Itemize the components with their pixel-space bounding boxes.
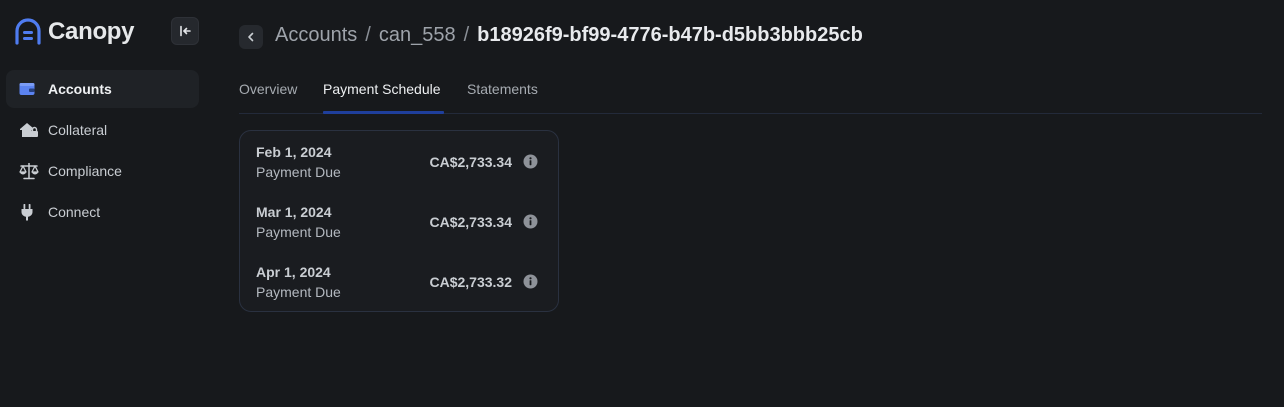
payment-status: Payment Due: [256, 224, 341, 240]
canopy-logo-icon: [15, 18, 41, 45]
schedule-row: Feb 1, 2024 Payment Due CA$2,733.34: [240, 131, 558, 191]
collapse-left-icon: [180, 25, 191, 37]
info-icon[interactable]: [523, 154, 538, 169]
breadcrumb-account-id: b18926f9-bf99-4776-b47b-d5bb3bbb25cb: [477, 24, 863, 46]
sidebar: Canopy Accounts Collateral Compliance Co…: [0, 0, 215, 407]
payment-status: Payment Due: [256, 164, 341, 180]
breadcrumb: Accounts / can_558 / b18926f9-bf99-4776-…: [275, 24, 863, 47]
app-root: Canopy Accounts Collateral Compliance Co…: [0, 0, 1284, 407]
sidebar-item-compliance[interactable]: Compliance: [6, 152, 199, 190]
tab-statements[interactable]: Statements: [467, 81, 538, 97]
payment-amount: CA$2,733.34: [429, 154, 512, 170]
wallet-icon: [19, 79, 35, 99]
scale-icon: [19, 161, 39, 181]
tab-bar: Overview Payment Schedule Statements: [239, 78, 1262, 114]
payment-status: Payment Due: [256, 284, 341, 300]
collapse-sidebar-button[interactable]: [171, 17, 199, 45]
schedule-row: Apr 1, 2024 Payment Due CA$2,733.32: [240, 251, 558, 311]
payment-schedule-card: Feb 1, 2024 Payment Due CA$2,733.34 Mar …: [239, 130, 559, 312]
tab-payment-schedule[interactable]: Payment Schedule: [323, 81, 441, 97]
breadcrumb-separator: /: [365, 24, 371, 46]
sidebar-item-label: Connect: [48, 204, 101, 220]
chevron-left-icon: [248, 32, 254, 42]
active-tab-indicator: [323, 111, 444, 114]
sidebar-item-label: Compliance: [48, 163, 122, 179]
sidebar-item-accounts[interactable]: Accounts: [6, 70, 199, 108]
sidebar-nav: Accounts Collateral Compliance Connect: [6, 70, 199, 234]
sidebar-item-collateral[interactable]: Collateral: [6, 111, 199, 149]
breadcrumb-separator: /: [463, 24, 470, 46]
payment-date: Apr 1, 2024: [256, 264, 331, 280]
payment-amount: CA$2,733.32: [429, 274, 512, 290]
brand-name: Canopy: [48, 18, 135, 45]
sidebar-item-label: Collateral: [48, 122, 108, 138]
schedule-row: Mar 1, 2024 Payment Due CA$2,733.34: [240, 191, 558, 251]
brand-logo[interactable]: Canopy: [14, 18, 135, 46]
sidebar-item-connect[interactable]: Connect: [6, 193, 199, 231]
back-button[interactable]: [239, 25, 263, 49]
payment-amount: CA$2,733.34: [429, 214, 512, 230]
payment-date: Mar 1, 2024: [256, 204, 332, 220]
plug-icon: [19, 202, 35, 222]
breadcrumb-customer[interactable]: can_558: [379, 24, 456, 47]
tab-overview[interactable]: Overview: [239, 81, 297, 97]
info-icon[interactable]: [523, 274, 538, 289]
house-lock-icon: [19, 120, 39, 140]
sidebar-item-label: Accounts: [48, 81, 112, 97]
breadcrumb-accounts[interactable]: Accounts: [275, 24, 357, 47]
payment-date: Feb 1, 2024: [256, 144, 332, 160]
info-icon[interactable]: [523, 214, 538, 229]
